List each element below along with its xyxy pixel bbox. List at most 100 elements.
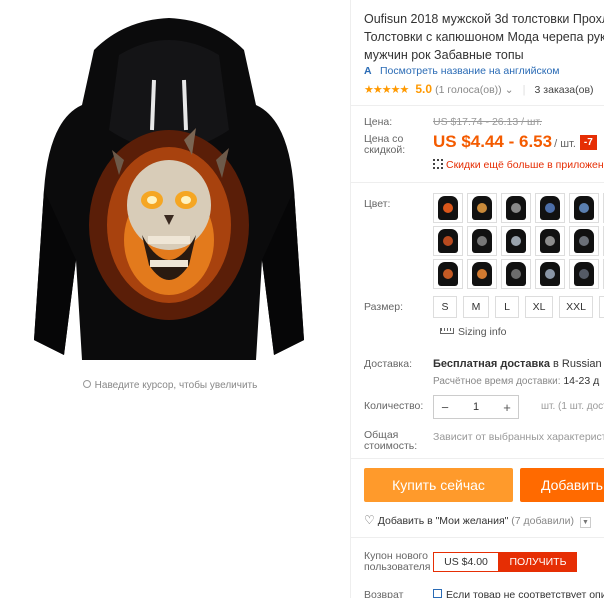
get-coupon-button[interactable]: ПОЛУЧИТЬ (499, 552, 577, 572)
size-option-xxl[interactable]: XXL (559, 296, 593, 318)
price-label: Цена: (364, 116, 393, 128)
color-swatch[interactable] (501, 226, 531, 256)
chevron-down-icon[interactable]: ⌄ (505, 84, 514, 96)
divider (351, 105, 604, 106)
quantity-stepper: − 1 + (433, 395, 519, 419)
hoodie-thumbnail (472, 229, 492, 253)
color-swatch[interactable] (433, 193, 463, 223)
hoodie-thumbnail (438, 262, 458, 286)
hoodie-thumbnail (540, 229, 560, 253)
chevron-down-icon[interactable]: ▼ (579, 517, 591, 528)
print-graphic (443, 236, 453, 246)
stock-info: шт. (1 шт. доступн (541, 401, 604, 412)
print-graphic (477, 236, 487, 246)
color-swatch[interactable] (569, 193, 599, 223)
discount-badge: -7 (579, 135, 597, 150)
rating-row: ★★★★★ 5.0 (1 голоса(ов)) ⌄ | 3 заказа(ов… (364, 82, 594, 96)
add-to-cart-button[interactable]: Добавить (520, 468, 604, 502)
label-line: скидкой: (364, 144, 406, 156)
buy-now-button[interactable]: Купить сейчас (364, 468, 513, 502)
color-swatch[interactable] (433, 226, 463, 256)
hoodie-thumbnail (438, 196, 458, 220)
size-option-more[interactable] (599, 296, 604, 318)
app-discount-link[interactable]: Скидки ещё больше в приложен (433, 158, 604, 171)
hoodie-thumbnail (438, 229, 458, 253)
discount-price: US $4.44 - 6.53/ шт. -7 (433, 132, 597, 152)
translate-link[interactable]: A Посмотреть название на английском (364, 65, 560, 77)
discount-price-label: Цена со скидкой: (364, 134, 405, 156)
returns-text: Если товар не соответствует опи (446, 589, 604, 598)
sizing-info-link[interactable]: Sizing info (440, 326, 506, 338)
size-options: S M L XL XXL (433, 296, 604, 318)
wishlist-count: (7 добавили) (511, 515, 575, 527)
rating-count[interactable]: (1 голоса(ов)) (435, 84, 502, 96)
print-graphic (443, 269, 453, 279)
title-line: мужчин рок Забавные топы (364, 48, 524, 62)
size-option-m[interactable]: M (463, 296, 489, 318)
app-discount-text[interactable]: Скидки ещё больше в приложен (446, 159, 604, 171)
color-swatches (433, 193, 604, 289)
label-line: пользователя (364, 561, 431, 573)
size-option-s[interactable]: S (433, 296, 457, 318)
hoodie-thumbnail (472, 262, 492, 286)
size-option-l[interactable]: L (495, 296, 519, 318)
color-label: Цвет: (364, 198, 391, 210)
color-swatch[interactable] (501, 259, 531, 289)
size-label: Размер: (364, 301, 404, 313)
print-graphic (579, 203, 589, 213)
add-to-wishlist[interactable]: ♡ Добавить в "Мои желания" (7 добавили) ▼ (364, 513, 591, 528)
increase-button[interactable]: + (496, 400, 518, 415)
decrease-button[interactable]: − (434, 400, 456, 415)
magnifier-icon (82, 380, 91, 388)
coupon-label: Купон нового пользователя (364, 551, 431, 573)
size-option-xl[interactable]: XL (525, 296, 553, 318)
hoodie-thumbnail (574, 262, 594, 286)
product-info-panel: Oufisun 2018 мужской 3d толстовки Прохл … (350, 0, 604, 598)
divider (351, 182, 604, 183)
ruler-icon (440, 328, 454, 334)
divider (351, 458, 604, 459)
color-swatch[interactable] (467, 226, 497, 256)
color-swatch[interactable] (535, 259, 565, 289)
zoom-hint-text: Наведите курсор, чтобы увеличить (94, 380, 258, 391)
color-swatch[interactable] (467, 193, 497, 223)
hoodie-thumbnail (506, 262, 526, 286)
product-image[interactable] (24, 10, 314, 370)
hoodie-thumbnail (574, 196, 594, 220)
sizing-info-text[interactable]: Sizing info (458, 326, 506, 338)
free-shipping-text: Бесплатная доставка (433, 358, 550, 370)
total-label: Общая стоимость: (364, 430, 417, 452)
color-swatch[interactable] (535, 193, 565, 223)
wishlist-text[interactable]: Добавить в "Мои желания" (378, 515, 509, 527)
color-swatch[interactable] (569, 226, 599, 256)
product-title: Oufisun 2018 мужской 3d толстовки Прохл … (364, 10, 604, 64)
print-graphic (443, 203, 453, 213)
quantity-label: Количество: (364, 400, 424, 412)
returns-info: Если товар не соответствует опи (433, 589, 604, 598)
color-swatch[interactable] (569, 259, 599, 289)
color-swatch[interactable] (535, 226, 565, 256)
hoodie-thumbnail (574, 229, 594, 253)
print-graphic (579, 269, 589, 279)
color-swatch[interactable] (433, 259, 463, 289)
returns-label: Возврат (364, 589, 404, 598)
print-graphic (477, 269, 487, 279)
total-note: Зависит от выбранных характеристи (433, 431, 604, 443)
hoodie-thumbnail (472, 196, 492, 220)
translate-link-text[interactable]: Посмотреть название на английском (380, 65, 560, 77)
print-graphic (477, 203, 487, 213)
hoodie-thumbnail (540, 262, 560, 286)
hoodie-thumbnail (506, 229, 526, 253)
orders-count: 3 заказа(ов) (534, 84, 594, 96)
price-unit: / шт. (554, 138, 576, 150)
color-swatch[interactable] (467, 259, 497, 289)
color-swatch[interactable] (501, 193, 531, 223)
print-graphic (511, 203, 521, 213)
discount-price-value: US $4.44 - 6.53 (433, 132, 553, 151)
print-graphic (511, 269, 521, 279)
zoom-hint: Наведите курсор, чтобы увеличить (0, 380, 340, 391)
shipping-method[interactable]: Бесплатная доставка в Russian Fed (433, 358, 604, 370)
hoodie-thumbnail (506, 196, 526, 220)
hoodie-thumbnail (540, 196, 560, 220)
quantity-input[interactable]: 1 (456, 401, 496, 413)
